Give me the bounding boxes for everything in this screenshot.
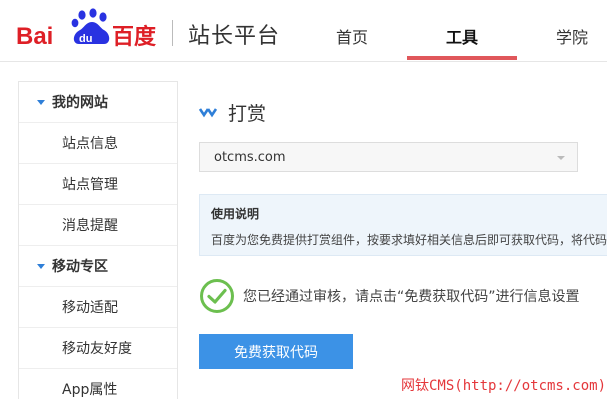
page-title: 打赏 [228, 103, 267, 125]
sidebar-item-mobile-friendly[interactable]: 移动友好度 [19, 328, 177, 369]
nav-active-indicator [407, 56, 517, 60]
sidebar-group-label: 我的网站 [52, 95, 108, 111]
site-select[interactable]: otcms.com [199, 142, 578, 172]
logo-text-du: du [79, 33, 92, 45]
sidebar-group-label: 移动专区 [52, 259, 108, 275]
sidebar-group-mobile[interactable]: 移动专区 [19, 246, 177, 287]
usage-info-text: 百度为您免费提供打赏组件，按要求填好相关信息后即可获取代码，将代码放 [211, 233, 607, 247]
logo-divider [172, 20, 173, 46]
nav-academy[interactable]: 学院 [556, 24, 588, 48]
sidebar-item-app-attributes[interactable]: App属性 [19, 369, 177, 399]
get-free-code-button[interactable]: 免费获取代码 [199, 334, 353, 369]
nav-home[interactable]: 首页 [336, 24, 368, 48]
page-heading: 打赏 [199, 99, 266, 126]
approval-status: 您已经通过审核，请点击“免费获取代码”进行信息设置 [199, 278, 580, 314]
sidebar-item-mobile-adapt[interactable]: 移动适配 [19, 287, 177, 328]
double-chevron-icon [199, 107, 218, 117]
baidu-logo[interactable]: Bai du 百度 [16, 6, 156, 52]
nav-tools[interactable]: 工具 [446, 24, 478, 48]
watermark: 网钛CMS(http://otcms.com) [401, 378, 607, 394]
site-title: 站长平台 [188, 24, 281, 49]
logo-text-cn: 百度 [112, 24, 156, 50]
usage-info-box: 使用说明 百度为您免费提供打赏组件，按要求填好相关信息后即可获取代码，将代码放 [199, 194, 607, 256]
chevron-down-icon [557, 156, 565, 160]
usage-info-title: 使用说明 [211, 207, 260, 221]
sidebar: 我的网站 站点信息 站点管理 消息提醒 移动专区 移动适配 移动友好度 App属… [18, 81, 178, 399]
logo-text-bai: Bai [16, 23, 53, 50]
approval-status-text: 您已经通过审核，请点击“免费获取代码”进行信息设置 [243, 289, 580, 305]
sidebar-group-my-sites[interactable]: 我的网站 [19, 82, 177, 123]
sidebar-item-site-info[interactable]: 站点信息 [19, 123, 177, 164]
sidebar-item-site-management[interactable]: 站点管理 [19, 164, 177, 205]
check-circle-icon [200, 279, 234, 313]
top-header: Bai du 百度 站长平台 首页 工具 学院 [0, 0, 607, 62]
caret-down-icon [37, 263, 45, 269]
caret-down-icon [37, 99, 45, 105]
site-select-value: otcms.com [214, 149, 286, 165]
sidebar-item-message-alerts[interactable]: 消息提醒 [19, 205, 177, 246]
